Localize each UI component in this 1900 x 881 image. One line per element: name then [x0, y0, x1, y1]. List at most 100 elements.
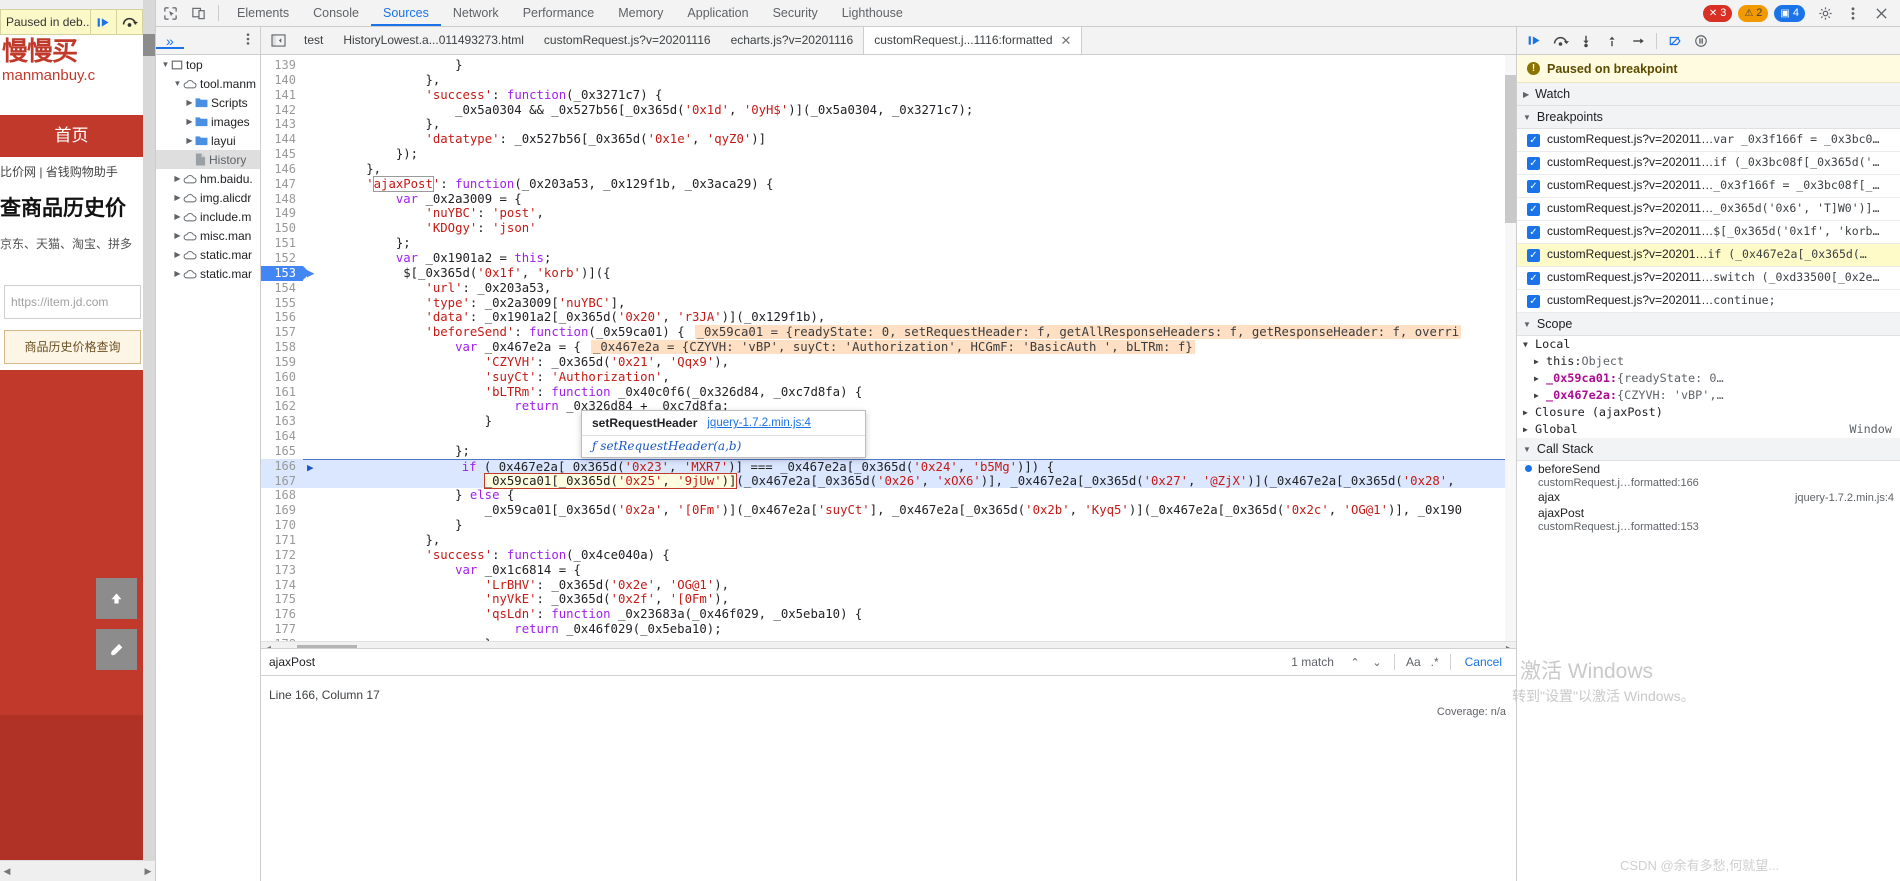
- gutter-line-141[interactable]: 141: [261, 88, 303, 103]
- scope-section-header[interactable]: ▼ Scope: [1517, 313, 1900, 336]
- call-stack-frame[interactable]: beforeSendcustomRequest.j…formatted:166: [1517, 461, 1900, 489]
- code-line-173[interactable]: var _0x1c6814 = {: [303, 563, 1516, 578]
- chevron-right-icon[interactable]: ▶: [1523, 421, 1531, 438]
- code-line-177[interactable]: return _0x46f029(_0x5eba10);: [303, 622, 1516, 637]
- breakpoint-item[interactable]: ✓customRequest.js?v=202011…continue;: [1517, 290, 1900, 313]
- gutter-line-170[interactable]: 170: [261, 518, 303, 533]
- code-line-145[interactable]: });: [303, 147, 1516, 162]
- inspect-element-button[interactable]: [156, 0, 184, 26]
- chevron-right-icon[interactable]: ▶: [1534, 370, 1542, 387]
- gutter-line-159[interactable]: 159: [261, 355, 303, 370]
- breakpoint-checkbox[interactable]: ✓: [1527, 180, 1540, 193]
- code-line-154[interactable]: 'url': _0x203a53,: [303, 281, 1516, 296]
- file-navigator-tree[interactable]: ▼top▼tool.manm▶Scripts▶images▶layuiHisto…: [156, 55, 261, 881]
- gutter-line-146[interactable]: 146: [261, 162, 303, 177]
- gutter-line-172[interactable]: 172: [261, 548, 303, 563]
- scope-row[interactable]: ▶Closure (ajaxPost): [1517, 404, 1900, 421]
- breakpoint-item[interactable]: ✓customRequest.js?v=20201…if (_0x467e2a[…: [1517, 244, 1900, 267]
- match-case-button[interactable]: Aa: [1401, 655, 1426, 669]
- call-stack-frame[interactable]: ajaxjquery-1.7.2.min.js:4: [1517, 489, 1900, 505]
- tab-lighthouse[interactable]: Lighthouse: [830, 0, 915, 26]
- resume-button[interactable]: [1521, 28, 1547, 54]
- gutter-line-143[interactable]: 143: [261, 117, 303, 132]
- navigator-node-top[interactable]: ▼top: [156, 55, 260, 74]
- page-vertical-scrollbar-thumb[interactable]: [143, 34, 155, 56]
- code-line-168[interactable]: } else {: [303, 488, 1516, 503]
- breakpoint-checkbox[interactable]: ✓: [1527, 226, 1540, 239]
- code-line-150[interactable]: 'KDOgy': 'json': [303, 221, 1516, 236]
- gutter-line-156[interactable]: 156: [261, 310, 303, 325]
- chevron-right-icon[interactable]: ▶: [172, 269, 183, 278]
- fold-marker-icon[interactable]: ▶: [307, 266, 314, 280]
- gutter-line-149[interactable]: 149: [261, 206, 303, 221]
- code-line-162[interactable]: return _0x326d84 + _0xc7d8fa;: [303, 399, 1516, 414]
- breakpoint-checkbox[interactable]: ✓: [1527, 295, 1540, 308]
- scope-row[interactable]: ▶GlobalWindow: [1517, 421, 1900, 438]
- gutter-line-152[interactable]: 152: [261, 251, 303, 266]
- file-tab-echarts[interactable]: echarts.js?v=20201116: [721, 27, 864, 54]
- gutter-line-167[interactable]: 167: [261, 474, 303, 489]
- scroll-left-arrow[interactable]: ◀: [0, 866, 14, 877]
- gutter-line-139[interactable]: 139: [261, 58, 303, 73]
- popover-source-link[interactable]: jquery-1.7.2.min.js:4: [707, 417, 811, 429]
- tab-application[interactable]: Application: [675, 0, 760, 26]
- pause-on-exceptions-button[interactable]: [1688, 28, 1714, 54]
- gutter-line-161[interactable]: 161: [261, 385, 303, 400]
- code-line-157[interactable]: 'beforeSend': function(_0x59ca01) {_0x59…: [303, 325, 1516, 340]
- code-line-142[interactable]: _0x5a0304 && _0x527b56[_0x365d('0x1d', '…: [303, 103, 1516, 118]
- info-count-badge[interactable]: ▣4: [1774, 5, 1805, 22]
- chevron-right-icon[interactable]: ▶: [1534, 387, 1542, 404]
- chevron-right-icon[interactable]: ▶: [184, 117, 195, 126]
- breakpoint-checkbox[interactable]: ✓: [1527, 134, 1540, 147]
- navigator-node-images[interactable]: ▶images: [156, 112, 260, 131]
- code-line-161[interactable]: 'bLTRm': function _0x40c0f6(_0x326d84, _…: [303, 385, 1516, 400]
- gutter-line-151[interactable]: 151: [261, 236, 303, 251]
- code-line-143[interactable]: },: [303, 117, 1516, 132]
- chevron-right-icon[interactable]: ▶: [1523, 404, 1531, 421]
- tab-performance[interactable]: Performance: [511, 0, 607, 26]
- navigator-node-history[interactable]: History: [156, 150, 260, 169]
- editor-code-area[interactable]: } }, 'success': function(_0x3271c7) { _0…: [303, 55, 1516, 655]
- code-line-156[interactable]: 'data': _0x1901a2[_0x365d('0x20', 'r3JA'…: [303, 310, 1516, 325]
- code-line-158[interactable]: var _0x467e2a = {_0x467e2a = {CZYVH: 'vB…: [303, 340, 1516, 355]
- gutter-line-140[interactable]: 140: [261, 73, 303, 88]
- gutter-line-175[interactable]: 175: [261, 592, 303, 607]
- step-button[interactable]: [1625, 28, 1651, 54]
- chevron-right-icon[interactable]: ▶: [184, 98, 195, 107]
- tab-sources[interactable]: Sources: [371, 0, 441, 26]
- tab-security[interactable]: Security: [761, 0, 830, 26]
- gutter-line-145[interactable]: 145: [261, 147, 303, 162]
- code-line-160[interactable]: 'suyCt': 'Authorization',: [303, 370, 1516, 385]
- gutter-line-147[interactable]: 147: [261, 177, 303, 192]
- page-resume-button[interactable]: [90, 10, 116, 34]
- step-over-button[interactable]: [1547, 28, 1573, 54]
- file-tab-customrequest[interactable]: customRequest.js?v=20201116: [534, 27, 721, 54]
- chevron-down-icon[interactable]: ▼: [160, 60, 171, 69]
- chevron-down-icon[interactable]: ▼: [1523, 336, 1531, 353]
- file-tab-customrequest-formatted[interactable]: customRequest.j...1116:formatted ✕: [863, 27, 1082, 54]
- chevron-right-icon[interactable]: ▶: [172, 193, 183, 202]
- chevron-down-icon[interactable]: ▼: [172, 79, 183, 88]
- code-line-175[interactable]: 'nyVkE': _0x365d('0x2f', '[0Fm'),: [303, 592, 1516, 607]
- warning-count-badge[interactable]: ⚠2: [1738, 5, 1768, 22]
- breakpoint-checkbox[interactable]: ✓: [1527, 272, 1540, 285]
- gutter-line-158[interactable]: 158: [261, 340, 303, 355]
- code-line-144[interactable]: 'datatype': _0x527b56[_0x365d('0x1e', 'q…: [303, 132, 1516, 147]
- price-history-query-button[interactable]: 商品历史价格查询: [4, 330, 141, 364]
- product-url-input[interactable]: https://item.jd.com: [4, 285, 141, 319]
- code-line-169[interactable]: _0x59ca01[_0x365d('0x2a', '[0Fm')](_0x46…: [303, 503, 1516, 518]
- scope-row[interactable]: ▼Local: [1517, 336, 1900, 353]
- gutter-line-169[interactable]: 169: [261, 503, 303, 518]
- search-prev-button[interactable]: ⌃: [1344, 656, 1366, 669]
- code-line-176[interactable]: 'qsLdn': function _0x23683a(_0x46f029, _…: [303, 607, 1516, 622]
- code-line-164[interactable]: [303, 429, 1516, 444]
- gutter-line-168[interactable]: 168: [261, 488, 303, 503]
- breakpoint-item[interactable]: ✓customRequest.js?v=202011…var _0x3f166f…: [1517, 129, 1900, 152]
- code-line-151[interactable]: };: [303, 236, 1516, 251]
- code-line-174[interactable]: 'LrBHV': _0x365d('0x2e', 'OG@1'),: [303, 578, 1516, 593]
- toggle-device-toolbar-button[interactable]: [184, 0, 212, 26]
- navigator-node-scripts[interactable]: ▶Scripts: [156, 93, 260, 112]
- error-count-badge[interactable]: ✕3: [1703, 5, 1733, 22]
- code-line-148[interactable]: var _0x2a3009 = {: [303, 192, 1516, 207]
- search-input[interactable]: [267, 654, 1291, 670]
